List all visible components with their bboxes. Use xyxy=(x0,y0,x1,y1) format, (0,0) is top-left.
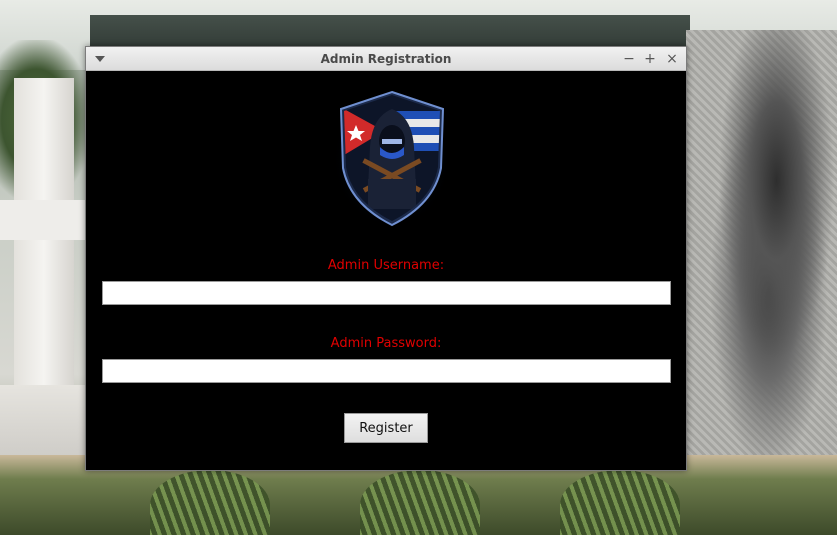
window-menu-icon[interactable] xyxy=(94,54,106,64)
monument-plinth xyxy=(0,385,90,455)
plant xyxy=(150,470,270,535)
close-button[interactable]: × xyxy=(664,51,680,67)
minimize-button[interactable]: − xyxy=(621,51,637,67)
logo-emblem-icon xyxy=(332,89,452,229)
password-input[interactable] xyxy=(102,359,671,383)
monument-arm xyxy=(0,200,88,240)
register-button[interactable]: Register xyxy=(344,413,428,443)
form-area: Admin Username: Admin Password: Register xyxy=(86,71,686,470)
password-label: Admin Password: xyxy=(330,336,442,351)
wall-mural xyxy=(686,30,837,460)
plant xyxy=(360,470,480,535)
admin-registration-window: Admin Registration − + × Admin Username:… xyxy=(85,46,687,471)
maximize-button[interactable]: + xyxy=(642,51,658,67)
title-bar[interactable]: Admin Registration − + × xyxy=(86,47,686,71)
username-label: Admin Username: xyxy=(327,258,445,273)
username-input[interactable] xyxy=(102,281,671,305)
plant xyxy=(560,470,680,535)
window-title: Admin Registration xyxy=(320,52,452,66)
